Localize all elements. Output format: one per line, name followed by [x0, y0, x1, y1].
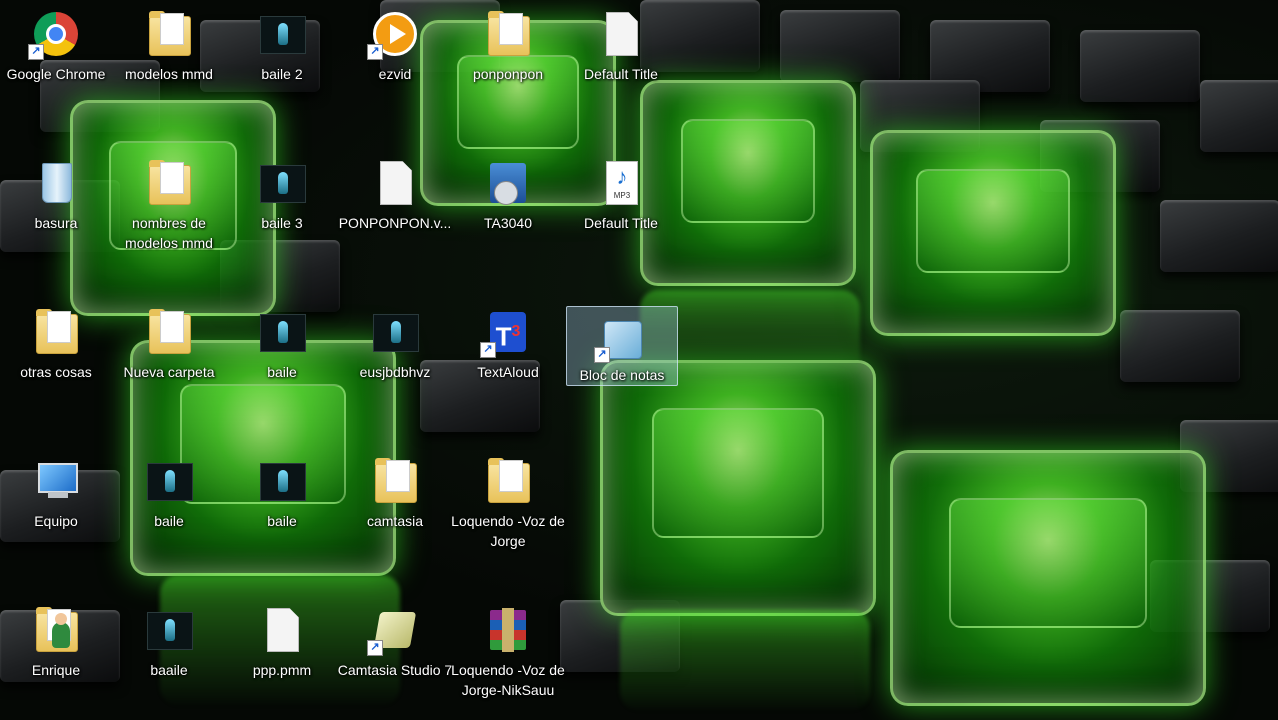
mp3-file-icon: ♪ MP3 [597, 159, 645, 207]
folder-icon [145, 159, 193, 207]
desktop-icon-label: TA3040 [484, 215, 532, 231]
desktop-icon-ta3040[interactable]: TA3040 [452, 151, 564, 289]
desktop-icon-label: Google Chrome [6, 66, 106, 82]
desktop-icon-label: Enrique [31, 662, 81, 678]
winrar-archive-icon [484, 606, 532, 654]
folder-icon [371, 457, 419, 505]
desktop-icon-nombres-de-modelos-mmd[interactable]: nombres de modelos mmd [113, 151, 225, 289]
desktop-icon-label: otras cosas [20, 364, 92, 380]
desktop-icon-ppp-pmm[interactable]: ppp.pmm [226, 598, 338, 718]
desktop-icon-label: baaile [150, 662, 188, 678]
desktop-icon-label: Camtasia Studio 7 [337, 662, 453, 678]
desktop-icon-label: Default Title [584, 215, 658, 231]
textaloud-icon: T3 ↗ [480, 308, 532, 358]
desktop-icon-basura[interactable]: basura [0, 151, 112, 289]
camtasia-icon: ↗ [367, 606, 419, 656]
shortcut-arrow-icon: ↗ [28, 44, 44, 60]
desktop-icon-default-title-mp3[interactable]: ♪ MP3 Default Title [565, 151, 677, 289]
desktop-icon-google-chrome[interactable]: ↗ Google Chrome [0, 2, 112, 140]
document-icon [371, 159, 419, 207]
desktop-icon-label: baile [267, 513, 297, 529]
folder-icon [484, 10, 532, 58]
desktop-icon-baile-3[interactable]: baile 3 [226, 151, 338, 289]
desktop-icon-bloc-de-notas[interactable]: ↗ Bloc de notas [566, 306, 678, 386]
desktop-icon-textaloud[interactable]: T3 ↗ TextAloud [452, 300, 564, 438]
document-icon [597, 10, 645, 58]
desktop-icon-label: Loquendo -Voz de Jorge-NikSauu [451, 662, 565, 698]
desktop-icon-default-title[interactable]: Default Title [565, 2, 677, 140]
desktop-icon-label: ppp.pmm [252, 662, 312, 678]
video-file-icon [258, 308, 306, 356]
user-folder-icon [32, 606, 80, 654]
desktop-icon-loquendo-voz-de-jorge-niksauu[interactable]: Loquendo -Voz de Jorge-NikSauu [451, 598, 565, 718]
desktop-icon-label: ponponpon [472, 66, 544, 82]
desktop-icon-label: Nueva carpeta [123, 364, 215, 380]
desktop-icon-area: ↗ Google Chrome modelos mmd baile 2 ↗ ez… [0, 0, 1278, 720]
desktop-icon-camtasia[interactable]: camtasia [339, 449, 451, 587]
shortcut-arrow-icon: ↗ [480, 342, 496, 358]
video-file-icon [145, 606, 193, 654]
desktop-icon-loquendo-voz-de-jorge[interactable]: Loquendo -Voz de Jorge [451, 449, 565, 587]
video-file-icon [258, 457, 306, 505]
desktop-icon-baile[interactable]: baile [226, 449, 338, 587]
desktop-icon-label: baile [267, 364, 297, 380]
ezvid-icon: ↗ [367, 10, 419, 60]
desktop-icon-modelos-mmd[interactable]: modelos mmd [113, 2, 225, 140]
folder-icon [32, 308, 80, 356]
desktop-icon-ponponpon-video[interactable]: PONPONPON.v... [339, 151, 451, 289]
desktop-icon-label: eusjbdbhvz [359, 364, 431, 380]
desktop-icon-equipo[interactable]: Equipo [0, 449, 112, 587]
desktop-icon-label: Default Title [584, 66, 658, 82]
desktop-icon-otras-cosas[interactable]: otras cosas [0, 300, 112, 438]
desktop-icon-label: modelos mmd [125, 66, 213, 82]
desktop-icon-label: baile [154, 513, 184, 529]
folder-icon [145, 10, 193, 58]
desktop-icon-label: Loquendo -Voz de Jorge [451, 513, 565, 549]
video-file-icon [258, 10, 306, 58]
chrome-icon: ↗ [28, 10, 80, 60]
desktop-icon-label: Equipo [34, 513, 78, 529]
shortcut-arrow-icon: ↗ [367, 44, 383, 60]
installer-icon [484, 159, 532, 207]
desktop-icon-label: baile 3 [261, 215, 303, 231]
desktop-icon-eusjbdbhvz[interactable]: eusjbdbhvz [339, 300, 451, 438]
desktop-icon-label: baile 2 [261, 66, 303, 82]
desktop-icon-label: Bloc de notas [579, 367, 665, 383]
desktop-icon-label: basura [34, 215, 78, 231]
desktop-icon-ponponpon[interactable]: ponponpon [452, 2, 564, 140]
desktop-icon-label: TextAloud [477, 364, 539, 380]
desktop-icon-label: camtasia [366, 513, 424, 529]
document-icon [258, 606, 306, 654]
video-file-icon [371, 308, 419, 356]
desktop-icon-label: PONPONPON.v... [338, 215, 452, 231]
video-file-icon [145, 457, 193, 505]
video-file-icon [258, 159, 306, 207]
notepad-icon: ↗ [594, 315, 646, 363]
computer-icon [32, 457, 80, 505]
shortcut-arrow-icon: ↗ [594, 347, 610, 363]
shortcut-arrow-icon: ↗ [367, 640, 383, 656]
desktop-icon-label: nombres de modelos mmd [125, 215, 213, 251]
folder-icon [145, 308, 193, 356]
desktop-icon-baile[interactable]: baile [113, 449, 225, 587]
desktop-icon-nueva-carpeta[interactable]: Nueva carpeta [113, 300, 225, 438]
desktop-icon-label: ezvid [378, 66, 412, 82]
folder-icon [484, 457, 532, 505]
desktop-icon-camtasia-studio-7[interactable]: ↗ Camtasia Studio 7 [338, 598, 452, 718]
recycle-bin-icon [32, 159, 80, 207]
desktop-icon-baile[interactable]: baile [226, 300, 338, 438]
desktop-icon-baile-2[interactable]: baile 2 [226, 2, 338, 140]
desktop-icon-baaile[interactable]: baaile [113, 598, 225, 718]
desktop-icon-ezvid[interactable]: ↗ ezvid [339, 2, 451, 140]
desktop-icon-enrique[interactable]: Enrique [0, 598, 112, 718]
